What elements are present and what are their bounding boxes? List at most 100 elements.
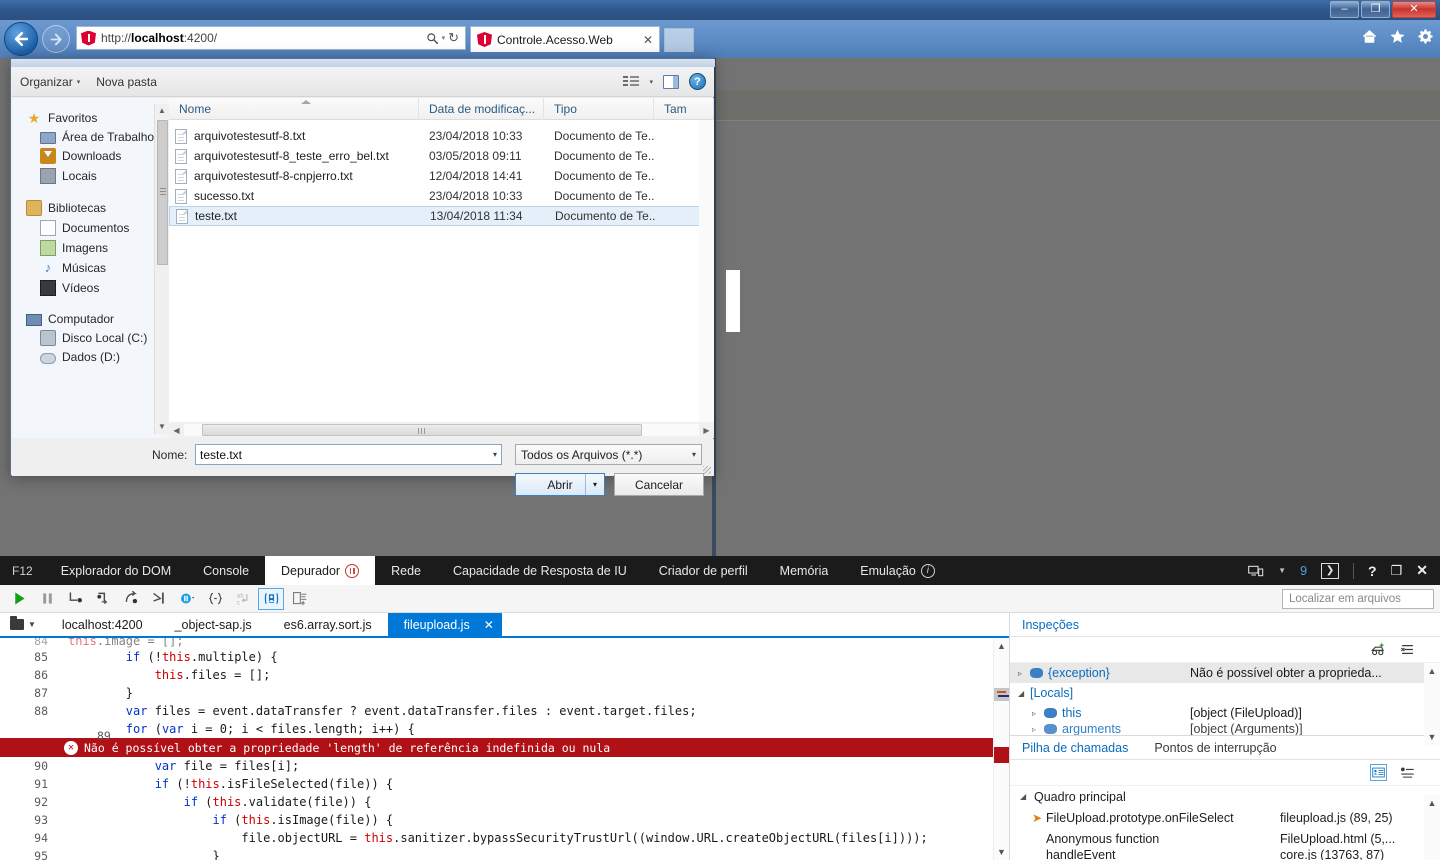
nav-item-favoritos[interactable]: ★ Favoritos bbox=[12, 108, 169, 128]
table-row[interactable]: sucesso.txt 23/04/2018 10:33 Documento d… bbox=[169, 186, 714, 206]
scroll-up-icon[interactable]: ▲ bbox=[994, 638, 1009, 654]
open-button-dropdown[interactable]: ▾ bbox=[585, 474, 604, 495]
refresh-icon[interactable]: ↻ bbox=[448, 30, 459, 46]
expand-triangle-icon[interactable]: ▹ bbox=[1032, 709, 1044, 718]
show-library-frames-icon[interactable] bbox=[1399, 764, 1416, 781]
nav-item-computador[interactable]: Computador bbox=[12, 310, 169, 328]
clear-watch-icon[interactable] bbox=[1399, 641, 1416, 658]
save-script-icon[interactable] bbox=[286, 588, 312, 610]
scroll-up-icon[interactable]: ▲ bbox=[155, 104, 169, 118]
chevron-down-icon[interactable]: ▾ bbox=[649, 78, 653, 86]
view-mode-icon[interactable] bbox=[623, 75, 640, 88]
continue-icon[interactable] bbox=[6, 588, 32, 610]
cancel-button[interactable]: Cancelar bbox=[614, 473, 704, 496]
line-number[interactable]: 95 bbox=[0, 849, 58, 860]
line-number[interactable]: 91 bbox=[0, 777, 58, 791]
chevron-down-icon[interactable]: ▾ bbox=[442, 34, 446, 42]
callstack-group[interactable]: ◢ Quadro principal bbox=[1010, 786, 1440, 807]
new-tab-button[interactable] bbox=[664, 28, 694, 52]
column-header-tamanho[interactable]: Tam bbox=[654, 97, 714, 120]
nav-item-videos[interactable]: Vídeos bbox=[12, 278, 169, 298]
tab-profiler[interactable]: Criador de perfil bbox=[643, 556, 764, 585]
nav-item-disco-local-c[interactable]: Disco Local (C:) bbox=[12, 328, 169, 348]
show-frame-details-icon[interactable] bbox=[1370, 764, 1387, 781]
close-icon[interactable]: ✕ bbox=[1416, 562, 1428, 579]
line-number[interactable]: 89 bbox=[0, 701, 111, 757]
scroll-down-icon[interactable]: ▼ bbox=[155, 420, 169, 434]
tab-dom-explorer[interactable]: Explorador do DOM bbox=[45, 556, 187, 585]
scroll-down-icon[interactable]: ▼ bbox=[1424, 729, 1440, 745]
tab-emulation[interactable]: Emulação i bbox=[844, 556, 951, 585]
file-type-filter-select[interactable]: Todos os Arquivos (*.*) ▾ bbox=[515, 444, 702, 465]
line-number[interactable]: 94 bbox=[0, 831, 58, 845]
code-line[interactable]: 86 this.files = []; bbox=[0, 666, 1009, 684]
callstack-row[interactable]: Anonymous function FileUpload.html (5,..… bbox=[1010, 828, 1440, 849]
nav-item-locais[interactable]: Locais bbox=[12, 166, 169, 186]
step-over-icon[interactable] bbox=[90, 588, 116, 610]
tab-console[interactable]: Console bbox=[187, 556, 265, 585]
settings-gear-icon[interactable] bbox=[1417, 28, 1434, 45]
watch-row-locals[interactable]: ◢ [Locals] bbox=[1010, 683, 1440, 703]
watch-vertical-scrollbar[interactable]: ▲ ▼ bbox=[1424, 663, 1440, 745]
chevron-down-icon[interactable]: ▼ bbox=[28, 620, 36, 629]
code-editor[interactable]: 84 this.image = []; 85 if (!this.multipl… bbox=[0, 638, 1009, 860]
file-list-horizontal-scrollbar[interactable]: ◀ ▶ bbox=[169, 422, 714, 438]
help-icon[interactable]: ? bbox=[1368, 563, 1377, 579]
navigation-pane-scrollbar[interactable]: ▲ ▼ bbox=[154, 104, 169, 434]
line-number[interactable]: 92 bbox=[0, 795, 58, 809]
scroll-down-icon[interactable]: ▼ bbox=[994, 844, 1009, 860]
nav-item-downloads[interactable]: Downloads bbox=[12, 146, 169, 166]
expand-triangle-icon[interactable]: ▹ bbox=[1018, 669, 1030, 678]
device-emulation-icon[interactable] bbox=[1248, 563, 1264, 579]
add-watch-icon[interactable] bbox=[1370, 641, 1387, 658]
line-number[interactable]: 93 bbox=[0, 813, 58, 827]
tab-close-icon[interactable]: ✕ bbox=[643, 33, 653, 47]
line-number[interactable]: 85 bbox=[0, 650, 58, 664]
table-row-selected[interactable]: teste.txt 13/04/2018 11:34 Documento de … bbox=[169, 206, 714, 226]
nav-item-dados-d[interactable]: Dados (D:) bbox=[12, 348, 169, 366]
expand-triangle-icon[interactable]: ▹ bbox=[1032, 725, 1044, 734]
chevron-down-icon[interactable]: ▾ bbox=[692, 450, 696, 459]
word-wrap-icon[interactable]: ab c bbox=[230, 588, 256, 610]
script-tab-es6-array-sort[interactable]: es6.array.sort.js bbox=[268, 613, 388, 636]
chevron-down-icon[interactable]: ▾ bbox=[493, 450, 497, 459]
code-line[interactable]: 94 file.objectURL = this.sanitizer.bypas… bbox=[0, 829, 1009, 847]
back-button[interactable] bbox=[4, 22, 38, 56]
script-tab-fileupload[interactable]: fileupload.js ✕ bbox=[387, 613, 502, 636]
collapse-triangle-icon[interactable]: ◢ bbox=[1018, 689, 1030, 698]
show-sourcemap-icon[interactable] bbox=[258, 587, 284, 610]
restore-button[interactable]: ❐ bbox=[1361, 1, 1390, 18]
tab-call-stack[interactable]: Pilha de chamadas bbox=[1022, 741, 1128, 755]
step-out-icon[interactable] bbox=[118, 588, 144, 610]
scroll-up-icon[interactable]: ▲ bbox=[1424, 663, 1440, 679]
tab-debugger[interactable]: Depurador bbox=[265, 556, 376, 585]
column-header-data[interactable]: Data de modificaç... bbox=[419, 97, 544, 120]
file-name-input[interactable]: teste.txt ▾ bbox=[195, 444, 502, 465]
open-button[interactable]: Abrir ▾ bbox=[515, 473, 605, 496]
tab-ui-responsiveness[interactable]: Capacidade de Resposta de IU bbox=[437, 556, 643, 585]
tab-breakpoints[interactable]: Pontos de interrupção bbox=[1154, 741, 1276, 755]
dock-icon[interactable]: ❐ bbox=[1391, 563, 1403, 579]
browser-tab[interactable]: Controle.Acesso.Web ✕ bbox=[470, 26, 660, 52]
search-icon[interactable] bbox=[426, 32, 439, 45]
console-drawer-icon[interactable]: ❯ bbox=[1321, 562, 1340, 579]
nav-item-area-de-trabalho[interactable]: Área de Trabalho bbox=[12, 128, 169, 146]
break-on-exceptions-icon[interactable] bbox=[174, 588, 200, 610]
watch-row-arguments[interactable]: ▹ arguments [object (Arguments)] bbox=[1010, 723, 1440, 735]
code-line[interactable]: 91 if (!this.isFileSelected(file)) { bbox=[0, 775, 1009, 793]
script-tab-localhost[interactable]: localhost:4200 bbox=[46, 613, 159, 636]
code-vertical-scrollbar[interactable]: ▲ ▼ bbox=[993, 638, 1009, 860]
watch-row-this[interactable]: ▹ this [object (FileUpload)] bbox=[1010, 703, 1440, 723]
nav-item-documentos[interactable]: Documentos bbox=[12, 218, 169, 238]
script-selector-button[interactable]: ▼ bbox=[0, 613, 46, 636]
step-into-icon[interactable] bbox=[62, 588, 88, 610]
scroll-right-icon[interactable]: ▶ bbox=[699, 426, 714, 435]
break-all-icon[interactable] bbox=[34, 588, 60, 610]
tab-memory[interactable]: Memória bbox=[764, 556, 845, 585]
watch-row-exception[interactable]: ▹ {exception} Não é possível obter a pro… bbox=[1010, 663, 1440, 683]
file-list-vertical-scrollbar[interactable] bbox=[699, 120, 714, 422]
code-line[interactable]: 95 } bbox=[0, 847, 1009, 860]
code-line[interactable]: 88 var files = event.dataTransfer ? even… bbox=[0, 702, 1009, 720]
hscroll-thumb[interactable] bbox=[202, 424, 642, 436]
callstack-vertical-scrollbar[interactable]: ▲ ▼ bbox=[1424, 795, 1440, 860]
